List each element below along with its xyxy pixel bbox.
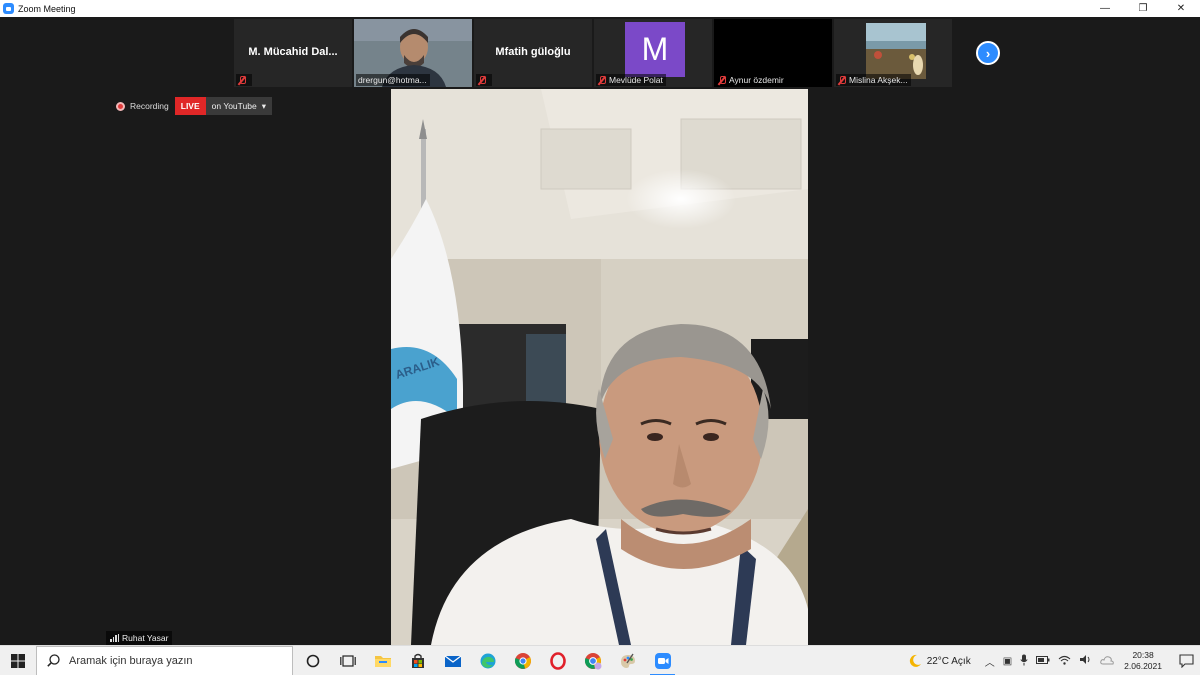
mail-icon	[444, 655, 461, 667]
mic-muted-icon	[838, 75, 846, 85]
participant-tile[interactable]: Mislina Akşek...	[834, 19, 952, 87]
live-destination-label: on YouTube	[211, 101, 257, 111]
volume-icon[interactable]	[1079, 654, 1092, 668]
cloud-icon[interactable]	[1100, 655, 1114, 668]
recording-indicator: Recording LIVE on YouTube ▾	[116, 97, 273, 115]
chevron-down-icon: ▾	[261, 101, 267, 111]
participant-tile[interactable]: Mfatih güloğlu	[474, 19, 592, 87]
folder-icon	[374, 655, 391, 667]
live-destination-dropdown[interactable]: on YouTube ▾	[205, 97, 273, 115]
mic-muted-icon	[478, 75, 486, 85]
weather-widget[interactable]: 22°C Açık	[908, 654, 971, 668]
participant-label-text: Aynur özdemir	[729, 75, 784, 85]
participant-label	[476, 74, 492, 86]
participant-label: Mislina Akşek...	[836, 74, 911, 86]
taskbar-app-file-explorer[interactable]	[365, 646, 400, 675]
windows-logo-icon	[11, 653, 25, 668]
restore-button[interactable]: ❐	[1124, 0, 1162, 17]
taskbar-app-chrome-profile[interactable]	[575, 646, 610, 675]
microphone-icon[interactable]	[1020, 654, 1028, 669]
notifications-button[interactable]	[1172, 654, 1200, 668]
taskbar-clock[interactable]: 20:38 2.06.2021	[1124, 650, 1162, 672]
windows-taskbar: Aramak için buraya yazın 22°C Açık ︿ ▣ 2…	[0, 645, 1200, 675]
mic-muted-icon	[598, 75, 606, 85]
speaker-video-frame: ARALIK	[391, 89, 808, 645]
participant-tile[interactable]: drergun@hotma...	[354, 19, 472, 87]
minimize-button[interactable]: —	[1086, 0, 1124, 17]
search-placeholder: Aramak için buraya yazın	[69, 654, 193, 667]
participant-label-text: drergun@hotma...	[358, 75, 427, 85]
start-button[interactable]	[0, 646, 36, 675]
zoom-app-icon	[3, 3, 14, 14]
participant-label-text: Mislina Akşek...	[849, 75, 908, 85]
participant-strip: M. Mücahid Dal... drergun@hotma... Mfati…	[234, 19, 952, 87]
speaker-name: Ruhat Yasar	[122, 633, 169, 643]
window-title: Zoom Meeting	[18, 3, 76, 14]
participant-label	[236, 74, 252, 86]
system-tray: 22°C Açık ︿ ▣ 20:38 2.06.2021	[908, 646, 1200, 675]
task-view-button[interactable]	[330, 646, 365, 675]
wifi-icon[interactable]	[1058, 655, 1071, 668]
taskbar-app-chrome[interactable]	[505, 646, 540, 675]
store-bag-icon	[411, 653, 424, 668]
close-button[interactable]: ✕	[1162, 0, 1200, 17]
battery-icon[interactable]	[1036, 655, 1050, 668]
taskbar-app-mail[interactable]	[435, 646, 470, 675]
participant-label: Aynur özdemir	[716, 74, 787, 86]
opera-browser-icon	[549, 651, 566, 670]
taskbar-search-box[interactable]: Aramak için buraya yazın	[36, 645, 293, 675]
taskbar-app-paint[interactable]	[610, 646, 645, 675]
participant-label-text: Mevlüde Polat	[609, 75, 663, 85]
cortana-icon	[306, 654, 319, 667]
participant-name: M. Mücahid Dal...	[248, 46, 338, 58]
mic-muted-icon	[718, 75, 726, 85]
cortana-button[interactable]	[295, 646, 330, 675]
participant-name: Mfatih güloğlu	[495, 46, 571, 58]
avatar: M	[625, 22, 685, 77]
notification-icon	[1178, 654, 1194, 668]
moon-icon	[909, 654, 921, 667]
weather-text: 22°C Açık	[926, 655, 971, 667]
mic-muted-icon	[238, 75, 246, 85]
edge-browser-icon	[480, 653, 495, 668]
device-icon[interactable]: ▣	[1003, 656, 1012, 667]
active-speaker-video: ARALIK	[391, 89, 808, 645]
participant-label: Mevlüde Polat	[596, 74, 666, 86]
taskbar-app-store[interactable]	[400, 646, 435, 675]
taskbar-app-edge[interactable]	[470, 646, 505, 675]
meeting-area: M. Mücahid Dal... drergun@hotma... Mfati…	[0, 17, 1200, 645]
task-view-icon	[339, 654, 356, 667]
participant-tile[interactable]: M. Mücahid Dal...	[234, 19, 352, 87]
participant-tile[interactable]: Aynur özdemir	[714, 19, 832, 87]
taskbar-app-opera[interactable]	[540, 646, 575, 675]
signal-bars-icon	[110, 634, 119, 642]
clock-time: 20:38	[1132, 650, 1154, 660]
zoom-app-icon	[654, 652, 671, 669]
paint-palette-icon	[620, 653, 635, 668]
search-icon	[47, 654, 60, 667]
next-page-button[interactable]: ›	[976, 41, 1000, 65]
record-icon	[116, 101, 125, 111]
participant-tile[interactable]: M Mevlüde Polat	[594, 19, 712, 87]
chrome-profile-icon	[584, 652, 601, 669]
recording-label: Recording	[130, 101, 169, 111]
chrome-browser-icon	[514, 652, 531, 669]
clock-date: 2.06.2021	[1124, 661, 1162, 671]
participant-label: drergun@hotma...	[356, 74, 430, 86]
live-badge: LIVE	[174, 97, 206, 115]
speaker-name-label: Ruhat Yasar	[106, 631, 173, 645]
window-titlebar: Zoom Meeting — ❐ ✕	[0, 0, 1200, 17]
chevron-up-icon[interactable]: ︿	[985, 654, 995, 669]
taskbar-app-zoom[interactable]	[645, 646, 680, 675]
